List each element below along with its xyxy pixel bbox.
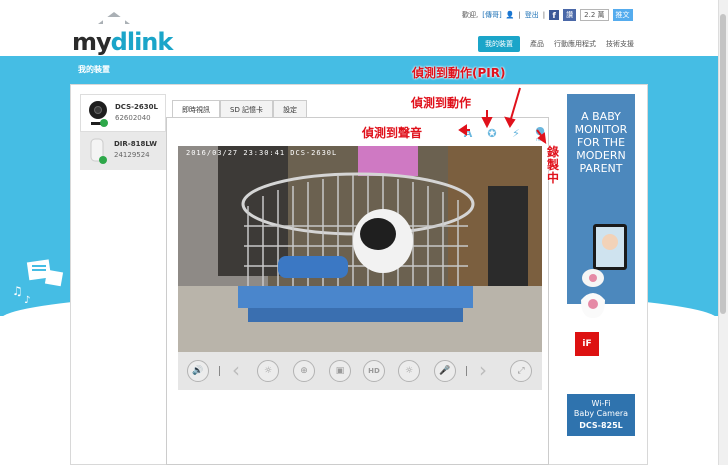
annotation-recording: 錄製中 <box>546 145 559 185</box>
account-bar: 歡迎, [傳哥] 👤 | 登出 | f 讚 2.2 萬 推文 <box>462 8 633 22</box>
router-thumbnail-icon <box>90 138 107 164</box>
next-arrow-icon[interactable]: › <box>479 358 487 382</box>
snapshot-icon[interactable]: ▣ <box>329 360 351 382</box>
nav-products[interactable]: 產品 <box>530 39 544 49</box>
speaker-icon[interactable]: 🔊 <box>187 360 209 382</box>
nav-support[interactable]: 技術支援 <box>606 39 634 49</box>
design-award-badge: iF <box>575 332 599 356</box>
ad-footer-baby-camera: Baby Camera <box>573 409 629 418</box>
annotation-sound: 偵測到聲音 <box>362 126 423 140</box>
like-count: 2.2 萬 <box>580 9 609 21</box>
ad-footer-wifi: Wi-Fi <box>591 399 611 408</box>
fullscreen-icon[interactable]: ⤢ <box>510 360 532 382</box>
annotation-arrows <box>458 87 547 145</box>
logout-link[interactable]: 登出 <box>525 10 539 20</box>
previous-arrow-icon[interactable]: ‹ <box>232 358 240 382</box>
ad-headline: A BABY MONITOR FOR THE MODERN PARENT <box>574 110 628 175</box>
user-icon[interactable]: 👤 <box>506 11 515 19</box>
device-item-dcs-2630l[interactable]: DCS-2630L 62602040 <box>80 94 166 132</box>
logo-text-my: my <box>72 28 112 56</box>
svg-text:♪: ♪ <box>24 295 30 305</box>
welcome-text: 歡迎, <box>462 11 479 19</box>
device-id: 62602040 <box>115 114 151 122</box>
scrollbar-thumb[interactable] <box>720 14 726 314</box>
facebook-like-button[interactable]: 讚 <box>563 9 577 21</box>
video-timestamp: 2016/03/27 23:30:41 DCS-2630L <box>186 149 338 157</box>
baby-camera-image <box>581 224 627 318</box>
svg-text:♫: ♫ <box>12 284 23 298</box>
logo-text-dlink: dlink <box>110 28 174 56</box>
ad-footer: Wi-Fi Baby Camera DCS-825L <box>567 394 635 436</box>
nav-mobile-apps[interactable]: 行動應用程式 <box>554 39 596 49</box>
day-night-icon[interactable]: ☼ <box>398 360 420 382</box>
device-name: DIR-818LW <box>114 140 157 148</box>
microphone-icon[interactable]: 🎤 <box>434 360 456 382</box>
live-video-feed[interactable]: 2016/03/27 23:30:41 DCS-2630L <box>178 146 542 352</box>
video-frame-image <box>178 146 542 352</box>
mydlink-logo[interactable]: mydlink <box>72 12 174 58</box>
music-decoration-icon: ♫ ♪ <box>12 259 64 305</box>
ad-footer-model: DCS-825L <box>579 421 623 430</box>
facebook-icon[interactable]: f <box>549 10 560 20</box>
main-nav: 我的裝置 產品 行動應用程式 技術支援 <box>478 36 634 52</box>
page-title: 我的裝置 <box>78 65 110 74</box>
camera-thumbnail-icon <box>89 101 108 127</box>
user-name-link[interactable]: [傳哥] <box>482 10 501 20</box>
hd-icon[interactable]: HD <box>363 360 385 382</box>
nav-my-devices[interactable]: 我的裝置 <box>478 36 520 52</box>
zoom-in-icon[interactable]: ⊕ <box>293 360 315 382</box>
baby-camera-ad[interactable]: A BABY MONITOR FOR THE MODERN PARENT iF … <box>567 94 635 436</box>
tweet-button[interactable]: 推文 <box>612 9 633 21</box>
brightness-icon[interactable]: ☼ <box>257 360 279 382</box>
device-name: DCS-2630L <box>115 103 158 111</box>
device-item-dir-818lw[interactable]: DIR-818LW 24129524 <box>80 132 166 170</box>
device-id: 24129524 <box>114 151 150 159</box>
